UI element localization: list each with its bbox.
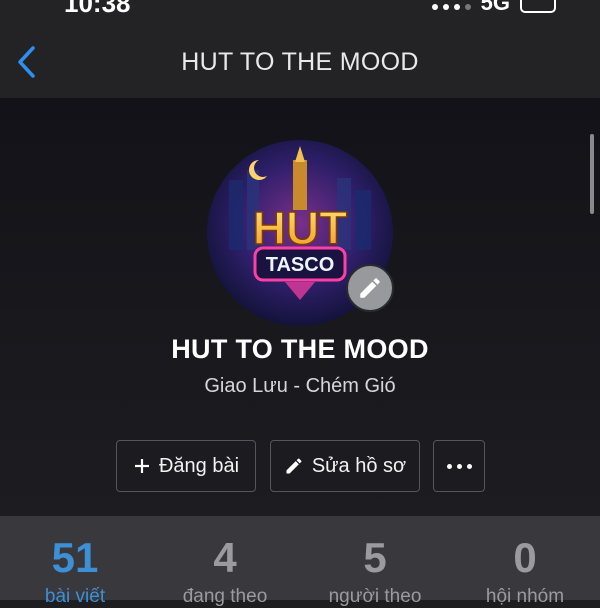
signal-icon (431, 4, 471, 10)
avatar-sign-text: TASCO (266, 254, 335, 276)
stat-following[interactable]: 4 đang theo (150, 516, 300, 607)
stat-label: đang theo (182, 586, 268, 607)
network-type: 5G (480, 0, 510, 15)
status-bar: 10:38 5G (0, 0, 600, 18)
stat-value: 4 (213, 534, 237, 581)
stat-value: 51 (51, 534, 99, 581)
create-post-button[interactable]: Đăng bài (116, 440, 256, 492)
stat-value: 0 (513, 534, 537, 581)
edit-profile-label: Sửa hồ sơ (311, 454, 407, 477)
plus-icon (134, 459, 149, 473)
stat-followers[interactable]: 5 người theo (300, 516, 450, 607)
stat-label: hội nhóm (485, 586, 565, 607)
pencil-icon (360, 278, 380, 298)
page-title: HUT TO THE MOOD (181, 48, 419, 76)
profile-stats: 51 bài viết 4 đang theo 5 người theo 0 h… (0, 516, 600, 607)
create-post-label: Đăng bài (158, 454, 240, 477)
profile-name: HUT TO THE MOOD (171, 334, 429, 364)
status-indicators: 5G (431, 0, 556, 16)
profile-header: HUT TASCO HUT TO THE MOOD Giao Lưu - Ché… (0, 98, 600, 516)
stat-label: bài viết (44, 586, 106, 607)
pencil-icon (286, 458, 302, 474)
profile-subtitle: Giao Lưu - Chém Gió (204, 375, 396, 397)
edit-avatar-button[interactable] (346, 264, 394, 312)
navigation-bar: HUT TO THE MOOD (0, 16, 600, 98)
more-options-button[interactable] (433, 440, 485, 492)
battery-icon (520, 0, 556, 13)
stat-posts[interactable]: 51 bài viết (0, 516, 150, 607)
scrollbar[interactable] (590, 134, 594, 214)
avatar-hut-text: HUT (253, 202, 348, 254)
stat-groups[interactable]: 0 hội nhóm (450, 516, 600, 607)
ellipsis-icon (446, 463, 472, 469)
edit-profile-button[interactable]: Sửa hồ sơ (270, 440, 420, 492)
stat-value: 5 (363, 534, 387, 581)
stat-label: người theo (328, 586, 422, 607)
